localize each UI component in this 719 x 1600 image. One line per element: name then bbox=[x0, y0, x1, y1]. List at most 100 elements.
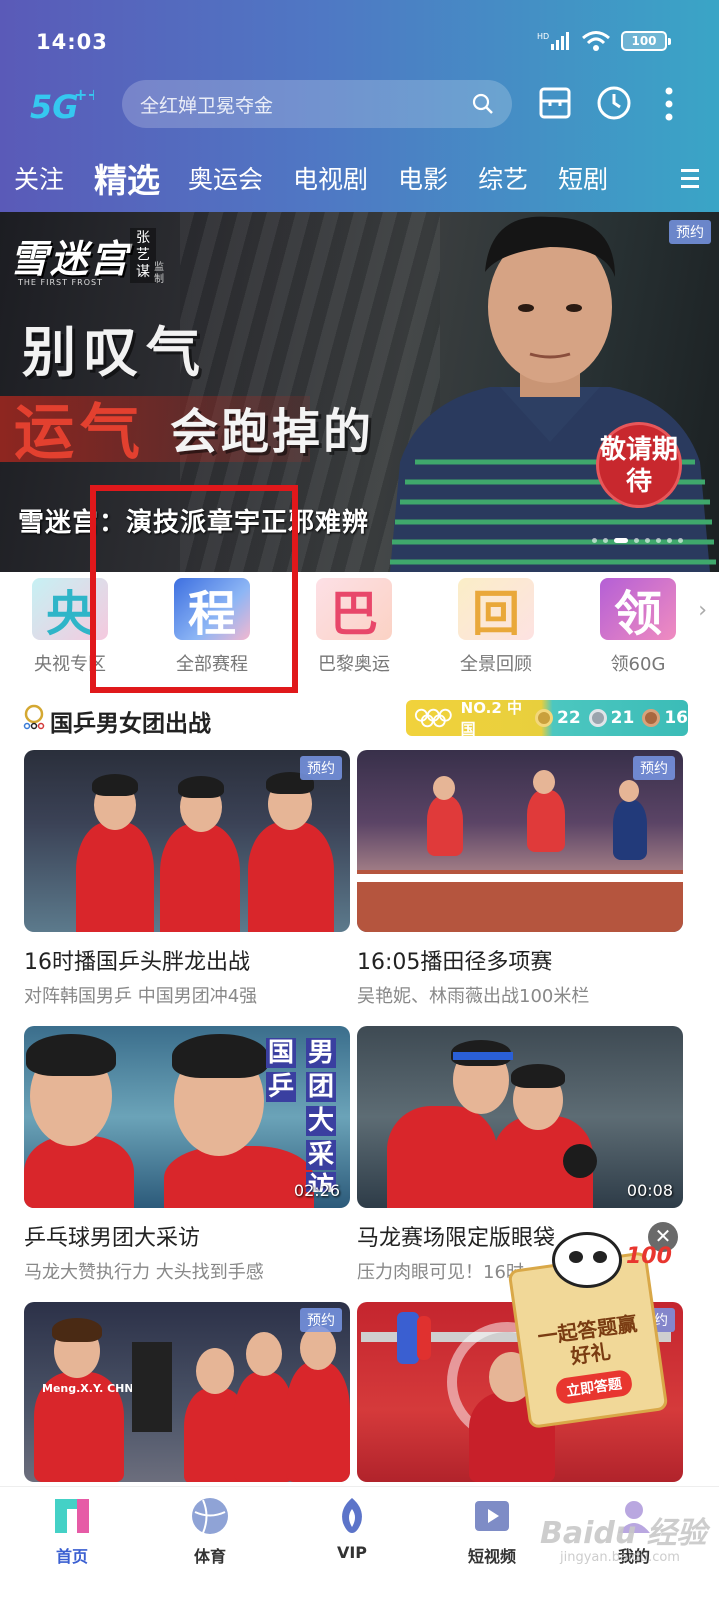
pagination-dot bbox=[592, 538, 597, 543]
quick-link-label: 巴黎奥运 bbox=[318, 654, 390, 675]
app-header: 14:03 HD 100 5G ++ 全红婵卫冕夺金 bbox=[0, 0, 719, 212]
banner-slogan-highlight: 运气 bbox=[14, 398, 146, 468]
category-tabs: 关注 精选 奥运会 电视剧 电影 综艺 短剧 bbox=[0, 150, 719, 206]
nav-label: 短视频 bbox=[467, 1547, 516, 1566]
promo-badge: 100 bbox=[626, 1244, 672, 1269]
video-thumbnail: Meng.X.Y. CHN 预约 bbox=[24, 1302, 350, 1482]
video-subtitle: 马龙大赞执行力 大头找到手感 bbox=[24, 1262, 264, 1283]
gold-medal-icon bbox=[534, 709, 553, 727]
video-card[interactable]: Meng.X.Y. CHN 预约 bbox=[24, 1302, 350, 1482]
battery-level: 100 bbox=[631, 34, 657, 48]
video-subtitle: 对阵韩国男乒 中国男团冲4强 bbox=[24, 986, 258, 1007]
banner-slogan-line2: 会跑掉的 bbox=[170, 404, 375, 460]
tab-featured[interactable]: 精选 bbox=[94, 154, 160, 202]
video-title: 16:05播田径多项赛 bbox=[357, 950, 553, 975]
silver-count: 21 bbox=[610, 708, 635, 728]
pagination-dot bbox=[634, 538, 639, 543]
video-card[interactable]: 国 男 乒 团 大 采 访 02:26 乒乓球男团大采访 马龙大赞执行力 大头找… bbox=[24, 1026, 350, 1284]
5g-logo-icon[interactable]: 5G ++ bbox=[30, 82, 94, 126]
video-subtitle: 吴艳妮、林雨薇出战100米栏 bbox=[357, 986, 590, 1007]
video-title: 乒乓球男团大采访 bbox=[24, 1226, 201, 1251]
svg-text:5G: 5G bbox=[30, 88, 79, 126]
wifi-icon bbox=[582, 31, 610, 51]
panorama-review-icon: 回 bbox=[458, 578, 534, 642]
silver-medal-icon bbox=[588, 709, 607, 727]
inbox-icon[interactable] bbox=[538, 86, 572, 120]
bronze-medal-count: 16 bbox=[642, 708, 688, 728]
home-icon bbox=[55, 1499, 89, 1533]
floating-promo[interactable]: ✕ 100 一起答题赢好礼 立即答题 bbox=[500, 1222, 710, 1429]
tab-olympics[interactable]: 奥运会 bbox=[188, 160, 263, 196]
video-card[interactable]: 预约 16时播国乒头胖龙出战 对阵韩国男乒 中国男团冲4强 bbox=[24, 750, 350, 1008]
video-thumbnail: 国 男 乒 团 大 采 访 02:26 bbox=[24, 1026, 350, 1208]
watermark-logo: Baidu 经验 bbox=[540, 1516, 707, 1551]
pagination-dot bbox=[603, 538, 608, 543]
reserve-badge: 预约 bbox=[300, 1308, 342, 1332]
nav-sports[interactable]: 体育 bbox=[150, 1495, 270, 1567]
banner-director-tag: 监制 bbox=[154, 262, 164, 285]
nav-home[interactable]: 首页 bbox=[12, 1495, 132, 1567]
pagination-dot bbox=[667, 538, 672, 543]
video-thumbnail: 预约 bbox=[357, 750, 683, 932]
bronze-medal-icon bbox=[642, 709, 661, 727]
pagination-dot bbox=[678, 538, 683, 543]
quick-link-review[interactable]: 回 全景回顾 bbox=[426, 572, 566, 690]
nav-label: VIP bbox=[336, 1543, 368, 1562]
jersey-text: Meng.X.Y. CHN bbox=[42, 1382, 134, 1395]
medal-rank: NO.2 中国 bbox=[460, 699, 523, 738]
quick-link-paris[interactable]: 巴 巴黎奥运 bbox=[284, 572, 424, 690]
nav-label: 体育 bbox=[193, 1547, 226, 1566]
status-bar: 14:03 HD 100 bbox=[0, 0, 719, 72]
gold-medal-count: 22 bbox=[534, 708, 581, 728]
banner-pagination bbox=[592, 538, 683, 543]
banner-slogan-line1: 别叹气 bbox=[22, 321, 208, 384]
banner-coming-soon-stamp: 敬请期待 bbox=[596, 422, 682, 508]
section-title: 国乒男女团出战 bbox=[50, 711, 211, 737]
quick-link-data-gift[interactable]: 领 领60G bbox=[568, 572, 708, 690]
panda-mascot-icon bbox=[552, 1232, 622, 1288]
top-row: 5G ++ 全红婵卫冕夺金 bbox=[0, 78, 719, 130]
chevron-right-icon[interactable]: › bbox=[698, 598, 707, 623]
svg-text:HD: HD bbox=[537, 32, 549, 41]
more-icon[interactable] bbox=[664, 86, 674, 122]
video-duration: 00:08 bbox=[626, 1181, 673, 1200]
gold-count: 22 bbox=[556, 708, 581, 728]
medal-table-banner[interactable]: NO.2 中国 22 21 16 bbox=[406, 699, 688, 738]
reserve-badge: 预约 bbox=[300, 756, 342, 780]
short-video-icon bbox=[475, 1501, 509, 1531]
history-icon[interactable] bbox=[596, 85, 632, 121]
tab-follow[interactable]: 关注 bbox=[14, 160, 64, 196]
video-thumbnail: 预约 bbox=[24, 750, 350, 932]
video-duration: 02:26 bbox=[293, 1181, 340, 1200]
paris-olympics-icon: 巴 bbox=[316, 578, 392, 642]
nav-label: 首页 bbox=[55, 1547, 88, 1566]
tab-short-drama[interactable]: 短剧 bbox=[558, 160, 608, 196]
pagination-dot bbox=[656, 538, 661, 543]
annotation-highlight-box bbox=[90, 485, 298, 693]
tab-variety[interactable]: 综艺 bbox=[478, 160, 528, 196]
status-time: 14:03 bbox=[36, 30, 108, 54]
sports-icon bbox=[192, 1498, 228, 1534]
nav-short-video[interactable]: 短视频 bbox=[432, 1495, 552, 1567]
signal-icon: HD bbox=[537, 32, 569, 50]
search-placeholder: 全红婵卫冕夺金 bbox=[140, 94, 274, 117]
battery-icon: 100 bbox=[621, 31, 671, 51]
search-input[interactable]: 全红婵卫冕夺金 bbox=[122, 80, 512, 128]
reserve-badge: 预约 bbox=[633, 756, 675, 780]
video-thumbnail: 00:08 bbox=[357, 1026, 683, 1208]
search-icon[interactable] bbox=[472, 93, 494, 115]
tab-tv-series[interactable]: 电视剧 bbox=[293, 160, 368, 196]
section-header: 国乒男女团出战 NO.2 中国 22 21 16 bbox=[0, 699, 719, 740]
olympic-rings-icon bbox=[414, 708, 452, 728]
nav-vip[interactable]: VIP bbox=[292, 1495, 412, 1562]
menu-icon[interactable] bbox=[679, 166, 701, 192]
pagination-dot bbox=[645, 538, 650, 543]
video-card[interactable]: 预约 16:05播田径多项赛 吴艳妮、林雨薇出战100米栏 bbox=[357, 750, 683, 1008]
watermark-url: jingyan.baidu.com bbox=[560, 1550, 680, 1565]
tab-movies[interactable]: 电影 bbox=[398, 160, 448, 196]
bronze-count: 16 bbox=[664, 708, 688, 728]
video-title: 16时播国乒头胖龙出战 bbox=[24, 950, 250, 975]
banner-director: 张艺谋 bbox=[130, 228, 156, 283]
video-vertical-tag: 国 男 乒 团 大 采 访 bbox=[266, 1038, 337, 1192]
quick-link-label: 全景回顾 bbox=[460, 654, 532, 675]
